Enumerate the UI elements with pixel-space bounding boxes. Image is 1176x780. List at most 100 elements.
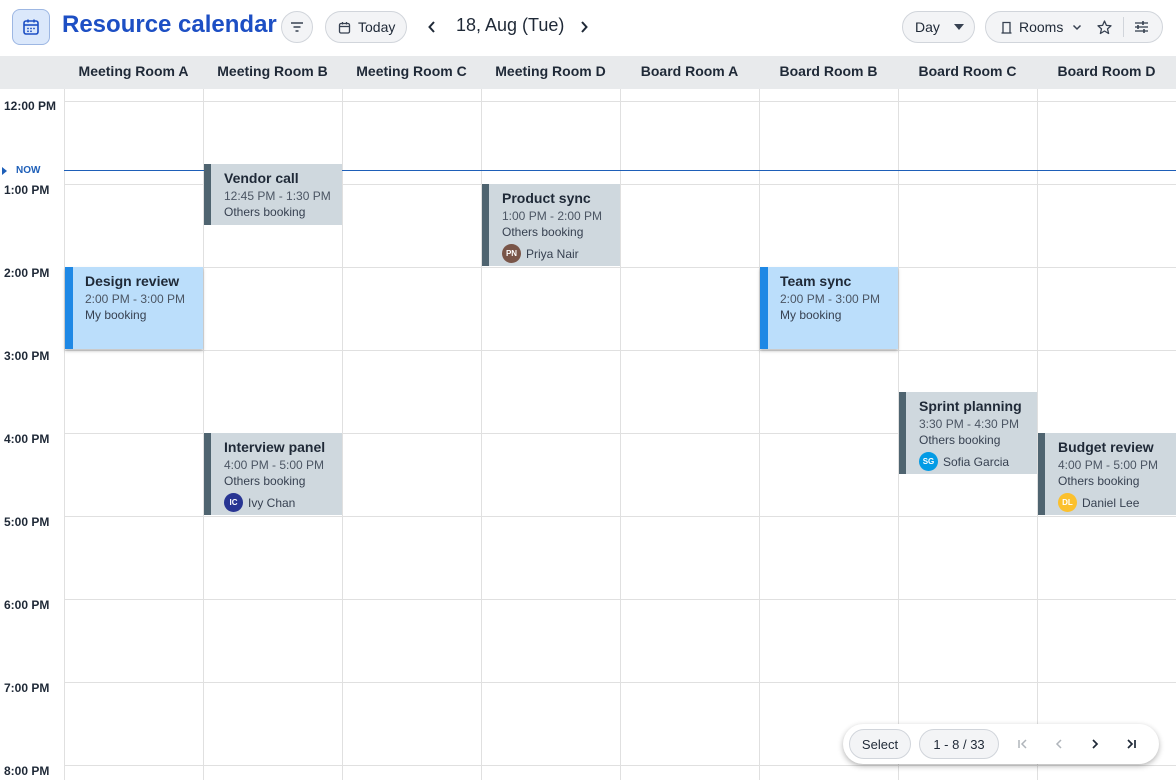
event-time: 4:00 PM - 5:00 PM xyxy=(1058,458,1159,472)
filter-button[interactable] xyxy=(281,11,313,43)
event-title: Team sync xyxy=(780,273,852,289)
avatar: IC xyxy=(224,493,243,512)
column-divider xyxy=(759,89,760,780)
chevron-left-icon xyxy=(427,20,437,34)
prev-day-button[interactable] xyxy=(420,15,444,39)
event-card[interactable]: Interview panel 4:00 PM - 5:00 PM Others… xyxy=(204,433,342,515)
next-day-button[interactable] xyxy=(572,15,596,39)
select-button[interactable]: Select xyxy=(849,729,911,759)
column-divider xyxy=(620,89,621,780)
event-time: 3:30 PM - 4:30 PM xyxy=(919,417,1020,431)
hour-line xyxy=(64,682,1176,683)
favorite-button[interactable] xyxy=(1097,19,1113,35)
organizer-name: Ivy Chan xyxy=(248,495,296,510)
event-title: Interview panel xyxy=(224,439,326,455)
current-date: 18, Aug (Tue) xyxy=(456,15,565,35)
sliders-icon xyxy=(1134,20,1149,34)
time-label: 12:00 PM xyxy=(4,99,57,113)
column-header[interactable]: Board Room C xyxy=(898,56,1037,89)
now-indicator: NOW xyxy=(2,165,40,176)
hour-line xyxy=(64,516,1176,517)
pager: Select 1 - 8 / 33 xyxy=(843,724,1159,764)
now-label: NOW xyxy=(16,165,41,176)
resource-toolbar: Rooms xyxy=(985,11,1163,43)
event-organizer: DL Daniel Lee xyxy=(1058,493,1176,512)
time-label: 1:00 PM xyxy=(4,183,50,197)
event-card[interactable]: Team sync 2:00 PM - 3:00 PM My booking xyxy=(760,267,898,349)
event-time: 2:00 PM - 3:00 PM xyxy=(780,292,881,306)
chevron-right-icon xyxy=(579,20,589,34)
page-title: Resource calendar xyxy=(62,11,277,38)
event-time: 2:00 PM - 3:00 PM xyxy=(85,292,186,306)
organizer-name: Sofia Garcia xyxy=(943,454,1010,469)
column-header[interactable]: Board Room D xyxy=(1037,56,1176,89)
now-marker-icon xyxy=(2,166,7,175)
resource-select[interactable]: Rooms xyxy=(1001,19,1082,35)
star-icon xyxy=(1097,19,1113,35)
prev-page-button[interactable] xyxy=(1049,734,1069,754)
first-page-button[interactable] xyxy=(1013,734,1033,754)
first-page-icon xyxy=(1017,738,1029,750)
calendar-small-icon xyxy=(338,21,351,34)
chevron-down-icon xyxy=(1072,24,1082,31)
event-organizer: PN Priya Nair xyxy=(502,244,620,263)
view-select[interactable]: Day xyxy=(902,11,975,43)
column-divider xyxy=(342,89,343,780)
event-title: Vendor call xyxy=(224,170,299,186)
today-button[interactable]: Today xyxy=(325,11,407,43)
column-header[interactable]: Meeting Room D xyxy=(481,56,620,89)
event-card[interactable]: Design review 2:00 PM - 3:00 PM My booki… xyxy=(65,267,203,349)
organizer-name: Daniel Lee xyxy=(1082,495,1140,510)
time-label: 7:00 PM xyxy=(4,681,50,695)
event-kind: My booking xyxy=(85,308,147,322)
column-header[interactable]: Meeting Room C xyxy=(342,56,481,89)
time-label: 2:00 PM xyxy=(4,266,50,280)
column-header[interactable]: Meeting Room B xyxy=(203,56,342,89)
time-grid[interactable]: 12:00 PM 1:00 PM 2:00 PM 3:00 PM 4:00 PM… xyxy=(0,89,1176,780)
event-organizer: SG Sofia Garcia xyxy=(919,452,1037,471)
column-header[interactable]: Meeting Room A xyxy=(64,56,203,89)
caret-down-icon xyxy=(953,24,964,30)
event-title: Design review xyxy=(85,273,180,289)
organizer-name: Priya Nair xyxy=(526,246,579,261)
hour-line xyxy=(64,267,1176,268)
event-card[interactable]: Sprint planning 3:30 PM - 4:30 PM Others… xyxy=(899,392,1037,474)
time-label: 8:00 PM xyxy=(4,764,50,778)
time-label: 4:00 PM xyxy=(4,432,50,446)
chevron-right-icon xyxy=(1090,738,1100,750)
event-kind: Others booking xyxy=(224,474,306,488)
hour-line xyxy=(64,599,1176,600)
event-kind: Others booking xyxy=(224,205,306,219)
event-time: 4:00 PM - 5:00 PM xyxy=(224,458,325,472)
event-time: 1:00 PM - 2:00 PM xyxy=(502,209,603,223)
event-title: Product sync xyxy=(502,190,591,206)
event-time: 12:45 PM - 1:30 PM xyxy=(224,189,331,203)
event-card[interactable]: Vendor call 12:45 PM - 1:30 PM Others bo… xyxy=(204,164,342,225)
chevron-left-icon xyxy=(1054,738,1064,750)
filter-icon xyxy=(290,21,304,33)
last-page-button[interactable] xyxy=(1121,734,1141,754)
time-label: 6:00 PM xyxy=(4,598,50,612)
next-page-button[interactable] xyxy=(1085,734,1105,754)
column-header[interactable]: Board Room B xyxy=(759,56,898,89)
time-label: 5:00 PM xyxy=(4,515,50,529)
calendar-icon[interactable] xyxy=(12,9,50,45)
event-title: Sprint planning xyxy=(919,398,1022,414)
door-icon xyxy=(1001,21,1012,34)
toolbar: Resource calendar Today 18, Aug (Tue) Da… xyxy=(0,0,1176,56)
event-kind: Others booking xyxy=(502,225,584,239)
page-range[interactable]: 1 - 8 / 33 xyxy=(919,729,999,759)
hour-line xyxy=(64,350,1176,351)
resource-label: Rooms xyxy=(1019,19,1064,35)
event-kind: Others booking xyxy=(1058,474,1140,488)
event-card[interactable]: Product sync 1:00 PM - 2:00 PM Others bo… xyxy=(482,184,620,266)
hour-line xyxy=(64,101,1176,102)
last-page-icon xyxy=(1125,738,1137,750)
event-card[interactable]: Budget review 4:00 PM - 5:00 PM Others b… xyxy=(1038,433,1176,515)
toolbar-divider xyxy=(1123,17,1125,37)
today-label: Today xyxy=(358,19,396,35)
avatar: SG xyxy=(919,452,938,471)
settings-button[interactable] xyxy=(1134,20,1149,34)
column-header[interactable]: Board Room A xyxy=(620,56,759,89)
hour-line xyxy=(64,765,1176,766)
